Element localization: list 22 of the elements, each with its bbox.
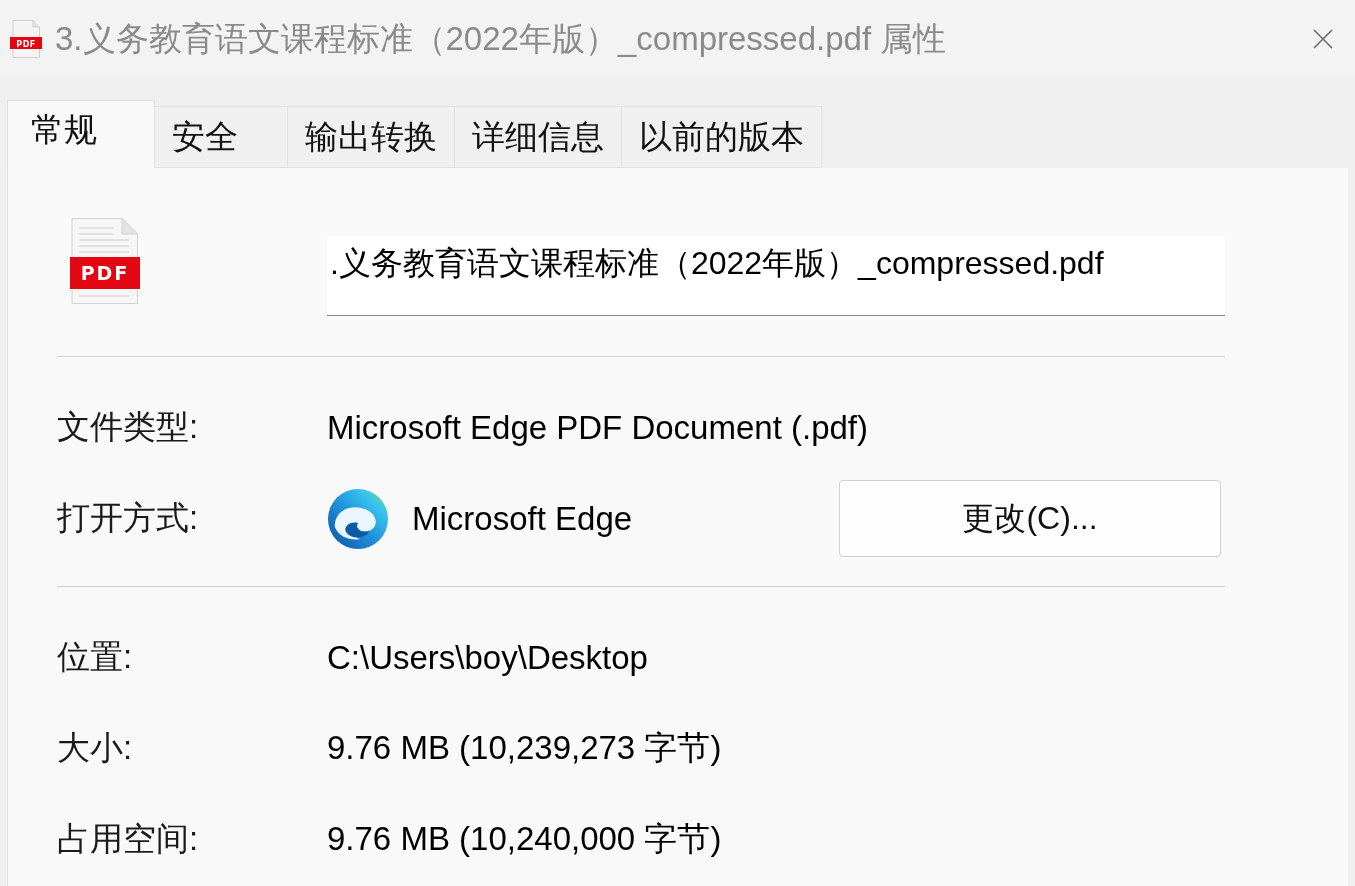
property-value: C:\Users\boy\Desktop <box>327 638 648 677</box>
window-title: 3.义务教育语文课程标准（2022年版）_compressed.pdf 属性 <box>55 18 947 59</box>
property-label: 位置: <box>57 637 133 677</box>
tab[interactable]: 以前的版本 <box>622 106 822 168</box>
tab[interactable]: 常规 <box>7 100 155 168</box>
property-label: 文件类型: <box>57 407 199 447</box>
property-label: 大小: <box>57 728 133 768</box>
property-value: Microsoft Edge PDF Document (.pdf) <box>327 408 869 447</box>
file-name-field[interactable]: .义务教育语文课程标准（2022年版）_compressed.pdf <box>327 236 1225 316</box>
app-name: Microsoft Edge <box>412 499 633 538</box>
pdf-file-icon: PDF <box>10 20 42 58</box>
tab[interactable]: 输出转换 <box>288 106 455 168</box>
close-icon[interactable] <box>1313 29 1333 49</box>
property-label: 占用空间: <box>57 819 199 859</box>
property-value: 9.76 MB (10,239,273 字节) <box>327 728 722 768</box>
tab[interactable]: 安全 <box>155 106 288 168</box>
pdf-file-icon: PDF <box>69 218 141 304</box>
browser-swirl-icon <box>327 487 389 550</box>
property-value: 9.76 MB (10,240,000 字节) <box>327 819 722 859</box>
tab[interactable]: 详细信息 <box>455 106 622 168</box>
change-button[interactable]: 更改(C)... <box>839 480 1221 557</box>
property-label: 打开方式: <box>57 498 199 538</box>
